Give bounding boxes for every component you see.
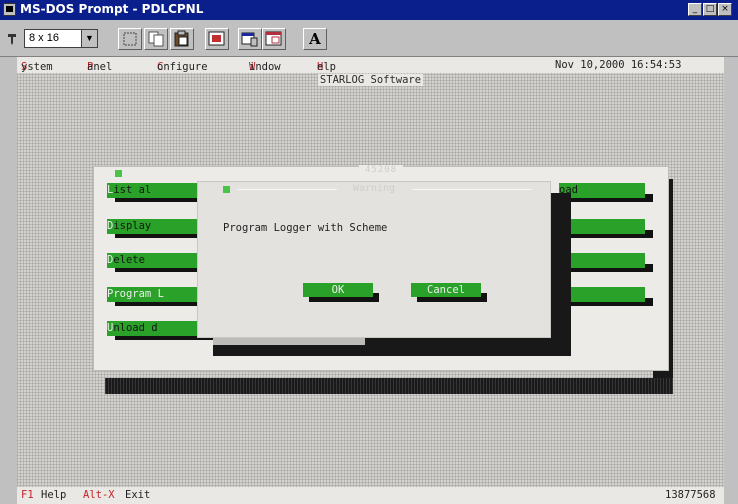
datetime-display: Nov 10,2000 16:54:53 [555,59,682,71]
properties-icon [241,32,258,47]
properties-button[interactable] [238,28,262,50]
menu-bar: System Panel Configure Window Help Nov 1… [17,57,724,73]
paste-button[interactable] [170,28,194,50]
program-logger-button[interactable]: Program L [107,287,207,302]
window-title: MS-DOS Prompt - PDLCPNL [20,2,204,16]
chevron-down-icon[interactable]: ▼ [81,30,97,47]
fullscreen-icon [208,31,225,46]
dialog-shadow-highlight [213,338,365,345]
cancel-button[interactable]: Cancel [411,283,481,297]
right-button-1[interactable]: oad [559,183,645,198]
list-all-button[interactable]: List al [107,183,207,198]
font-button[interactable]: A [303,28,327,50]
alt-x-exit-label[interactable]: Exit [125,489,150,501]
ok-button[interactable]: OK [303,283,373,297]
dialog-message: Program Logger with Scheme [223,222,388,234]
panel-shadow-bottom [105,378,673,394]
close-button[interactable]: × [718,3,732,16]
right-button-3[interactable] [559,253,645,268]
paste-icon [174,30,189,47]
mark-icon [123,32,137,46]
font-size-value: 8 x 16 [29,32,59,44]
dos-screen: System Panel Configure Window Help Nov 1… [17,57,724,504]
subtitle-bar: STARLOG Software [17,74,724,89]
memory-counter: 13877568 [665,489,716,501]
status-bar: F1 Help Alt-X Exit 13877568 [17,487,724,504]
warning-dialog: Warning Program Logger with Scheme OK Ca… [197,181,551,338]
dos-window: MS-DOS Prompt - PDLCPNL _ □ × 8 x 16 ▼ A… [0,0,738,504]
right-button-4[interactable]: ro [559,287,645,302]
dialog-title: Warning [352,183,396,194]
copy-button[interactable] [144,28,168,50]
f1-help-label[interactable]: Help [41,489,66,501]
app-subtitle: STARLOG Software [317,74,424,86]
minimize-button[interactable]: _ [688,3,702,16]
background-button[interactable] [262,28,286,50]
toolbar: 8 x 16 ▼ A [0,20,738,57]
copy-icon [148,31,164,47]
dialog-shadow-right [551,193,571,356]
unload-button[interactable]: Unload d [107,321,207,336]
display-button[interactable]: Display [107,219,207,234]
font-pin-icon [6,31,18,45]
f1-key[interactable]: F1 [21,489,34,501]
maximize-button[interactable]: □ [703,3,717,16]
fullscreen-button[interactable] [205,28,229,50]
alt-x-key[interactable]: Alt-X [83,489,115,501]
delete-button[interactable]: Delete [107,253,207,268]
title-bar[interactable]: MS-DOS Prompt - PDLCPNL _ □ × [0,0,738,20]
panel-frame-title: 45208 [93,165,669,175]
msdos-app-icon[interactable] [3,3,16,16]
font-size-select[interactable]: 8 x 16 ▼ [24,29,98,48]
right-button-2[interactable]: de [559,219,645,234]
background-icon [265,31,282,46]
mark-button[interactable] [118,28,142,50]
panel-close-icon[interactable] [115,170,122,177]
